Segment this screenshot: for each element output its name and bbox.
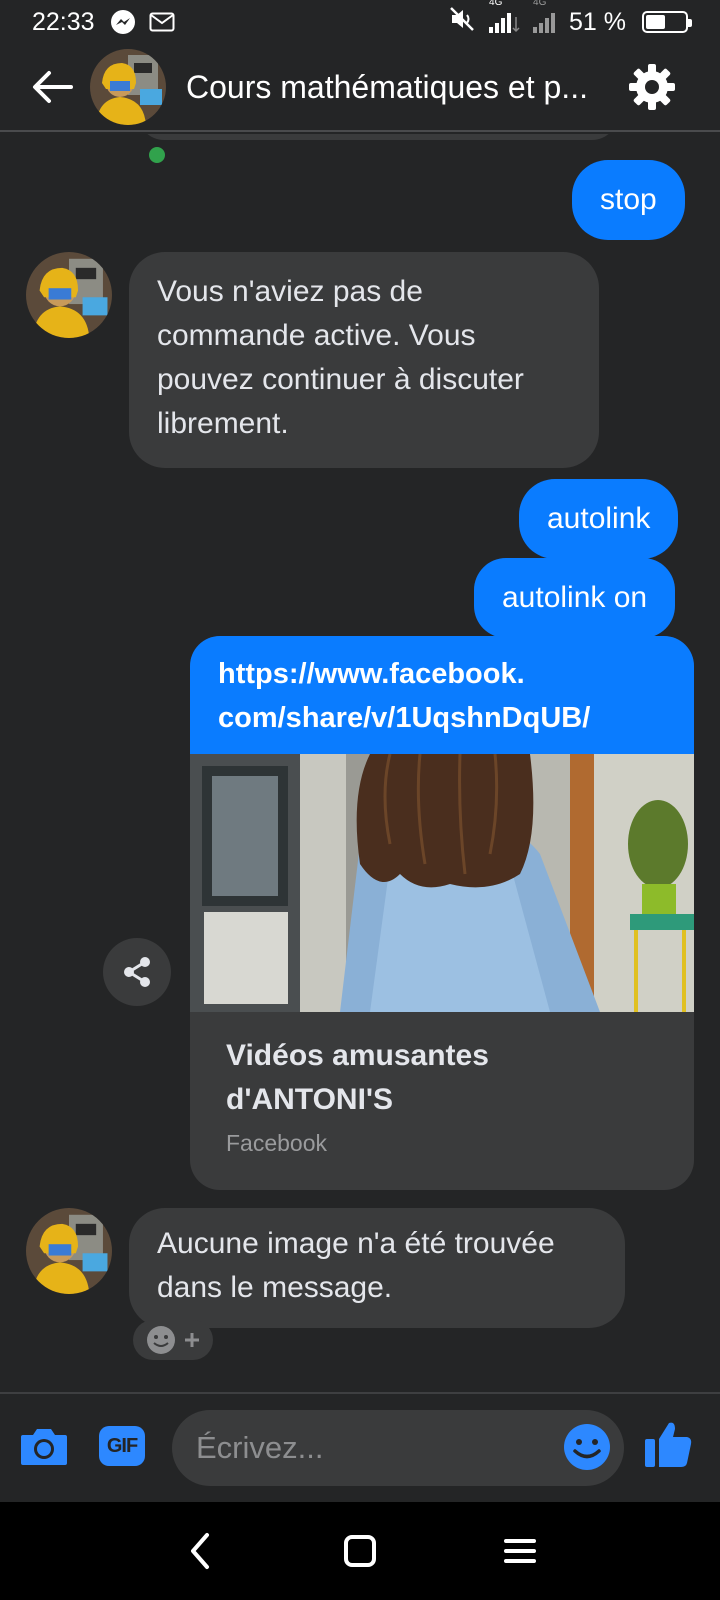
link-meta[interactable]: Vidéos amusantes d'ANTONI'S Facebook [190,1012,694,1179]
back-button[interactable] [26,61,78,113]
system-navigation-bar [0,1502,720,1600]
link-source: Facebook [226,1130,328,1156]
gif-button[interactable]: GIF [96,1420,148,1472]
settings-button[interactable] [626,61,678,113]
link-title-line: d'ANTONI'S [226,1083,394,1116]
conversation-header: Cours mathématiques et p... [0,44,720,166]
previous-message-bubble [138,134,618,140]
share-button[interactable] [103,938,171,1006]
message-incoming[interactable]: Aucune image n'a été trouvée dans le mes… [129,1208,625,1328]
gif-icon: GIF [99,1426,145,1466]
battery-icon [642,11,692,33]
link-url-line: com/share/v/1UqshnDqUB/ [218,702,591,734]
status-time: 22:33 [32,7,95,36]
link-title: Vidéos amusantes d'ANTONI'S [226,1034,658,1122]
messenger-icon [109,8,137,36]
message-outgoing[interactable]: autolink on [474,558,676,638]
link-thumbnail[interactable] [190,754,694,1012]
settings-gear-icon [629,64,675,110]
like-button[interactable] [642,1418,694,1470]
message-input[interactable] [196,1430,536,1466]
battery-fill [646,15,666,29]
back-arrow-icon [33,71,73,103]
plus-icon [185,1333,199,1347]
mute-icon [449,6,477,39]
signal-icon: 4G [487,0,521,35]
battery-percent: 51 % [569,7,626,36]
nav-menu-icon [504,1539,536,1563]
message-text: autolink [547,502,651,535]
conversation-title[interactable]: Cours mathématiques et p... [186,69,616,106]
camera-button[interactable] [18,1420,70,1472]
emoji-icon [147,1326,175,1354]
sender-avatar[interactable] [26,252,112,338]
nav-back-icon [191,1533,209,1569]
message-text: stop [600,183,657,216]
nav-menu-button[interactable] [495,1526,545,1576]
signal-icon-2: 4G [531,0,559,35]
link-url-line: https://www.facebook. [218,658,525,690]
message-text: Vous n'aviez pas de commande active. Vou… [157,275,524,440]
status-bar: 22:33 4G 4G 51 % [0,0,720,44]
nav-back-button[interactable] [175,1526,225,1576]
thumbs-up-icon [645,1422,692,1467]
header-avatar[interactable] [90,49,166,125]
status-right: 4G 4G 51 % [449,0,692,39]
message-text: autolink on [502,581,648,614]
link-url[interactable]: https://www.facebook. com/share/v/1Uqshn… [190,636,694,754]
message-outgoing[interactable]: stop [572,160,685,240]
network-type-1: 4G [489,0,503,8]
message-incoming[interactable]: Vous n'aviez pas de commande active. Vou… [129,252,599,468]
mail-icon [149,12,175,32]
message-composer: GIF [0,1392,720,1502]
message-input-container[interactable] [172,1410,624,1486]
sender-avatar[interactable] [26,1208,112,1294]
camera-icon [21,1429,67,1465]
emoji-icon [564,1424,610,1470]
message-outgoing[interactable]: autolink [519,479,679,559]
message-text-line: dans le message. [157,1271,393,1304]
nav-home-button[interactable] [335,1526,385,1576]
share-icon [124,957,150,987]
add-reaction-button[interactable] [133,1320,213,1360]
nav-home-icon [344,1535,376,1567]
network-type-2: 4G [533,0,547,8]
message-list[interactable]: stop Vous n'aviez pas de commande active… [0,134,720,1392]
link-title-line: Vidéos amusantes [226,1039,489,1072]
emoji-button[interactable] [562,1422,612,1472]
link-preview-card[interactable]: https://www.facebook. com/share/v/1Uqshn… [190,636,694,1190]
message-text-line: Aucune image n'a été trouvée [157,1227,555,1260]
